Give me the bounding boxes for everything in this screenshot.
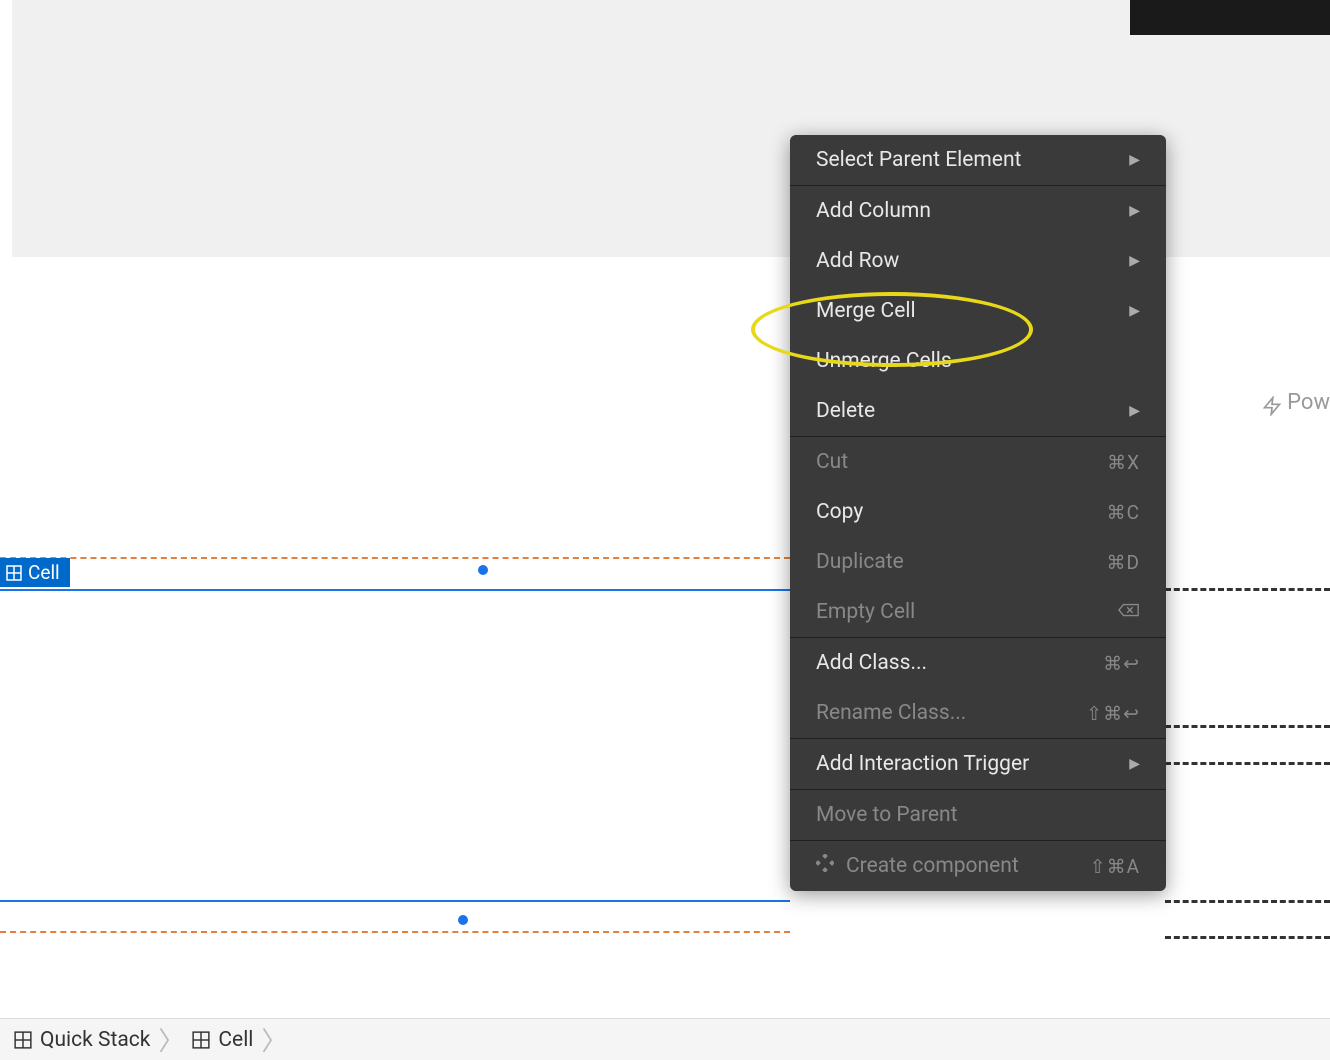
selection-handle-top[interactable] <box>478 565 488 575</box>
breadcrumb-quick-stack[interactable]: Quick Stack <box>0 1019 164 1060</box>
submenu-arrow-icon: ▶ <box>1129 203 1140 219</box>
menu-move-to-parent: Move to Parent <box>790 790 1166 840</box>
menu-create-component: Create component ⇧⌘A <box>790 841 1166 891</box>
menu-label: Add Class... <box>816 651 927 675</box>
context-menu: Select Parent Element ▶ Add Column ▶ Add… <box>790 135 1166 891</box>
component-icon <box>816 854 834 878</box>
shortcut-label: ⇧⌘↩ <box>1086 702 1140 725</box>
menu-add-class[interactable]: Add Class... ⌘↩ <box>790 638 1166 688</box>
menu-label: Unmerge Cells <box>816 349 952 373</box>
menu-cut: Cut ⌘X <box>790 437 1166 487</box>
selection-border-bottom <box>0 900 790 902</box>
menu-label: Empty Cell <box>816 600 915 624</box>
selection-handle-bottom[interactable] <box>458 915 468 925</box>
submenu-arrow-icon: ▶ <box>1129 756 1140 772</box>
guide-line-orange-top <box>0 557 790 559</box>
shortcut-label: ⌘X <box>1107 451 1140 474</box>
selection-border-top <box>0 589 790 591</box>
menu-label: Move to Parent <box>816 803 957 827</box>
menu-empty-cell: Empty Cell <box>790 587 1166 637</box>
grid-icon <box>14 1031 32 1049</box>
submenu-arrow-icon: ▶ <box>1129 403 1140 419</box>
selected-element-badge[interactable]: Cell <box>0 558 70 587</box>
menu-merge-cell[interactable]: Merge Cell ▶ <box>790 286 1166 336</box>
menu-add-row[interactable]: Add Row ▶ <box>790 236 1166 286</box>
menu-duplicate: Duplicate ⌘D <box>790 537 1166 587</box>
menu-delete[interactable]: Delete ▶ <box>790 386 1166 436</box>
guide-ext-2 <box>1165 725 1330 728</box>
menu-add-interaction-trigger[interactable]: Add Interaction Trigger ▶ <box>790 739 1166 789</box>
menu-label: Cut <box>816 450 848 474</box>
menu-label: Duplicate <box>816 550 904 574</box>
submenu-arrow-icon: ▶ <box>1129 303 1140 319</box>
lightning-icon <box>1262 396 1282 416</box>
menu-add-column[interactable]: Add Column ▶ <box>790 186 1166 236</box>
menu-select-parent[interactable]: Select Parent Element ▶ <box>790 135 1166 185</box>
menu-rename-class: Rename Class... ⇧⌘↩ <box>790 688 1166 738</box>
breadcrumb-label: Cell <box>218 1028 253 1052</box>
selected-element-label: Cell <box>28 561 60 584</box>
menu-unmerge-cells[interactable]: Unmerge Cells <box>790 336 1166 386</box>
power-label: Pow <box>1287 390 1330 415</box>
shortcut-label: ⌘D <box>1107 551 1140 574</box>
menu-label: Add Row <box>816 249 899 273</box>
shortcut-label: ⌘C <box>1107 501 1140 524</box>
guide-ext-4 <box>1165 900 1330 903</box>
breadcrumb-label: Quick Stack <box>40 1028 150 1052</box>
shortcut-label: ⌘↩ <box>1103 652 1140 675</box>
menu-label: Copy <box>816 500 863 524</box>
guide-ext-3 <box>1165 762 1330 765</box>
breadcrumb: Quick Stack 〉 Cell 〉 <box>0 1018 1330 1060</box>
shortcut-label: ⇧⌘A <box>1090 855 1140 878</box>
menu-copy[interactable]: Copy ⌘C <box>790 487 1166 537</box>
menu-label: Rename Class... <box>816 701 966 725</box>
toolbar-corner <box>1130 0 1330 35</box>
guide-ext-1 <box>1165 588 1330 591</box>
breadcrumb-cell[interactable]: Cell <box>178 1019 267 1060</box>
submenu-arrow-icon: ▶ <box>1129 253 1140 269</box>
submenu-arrow-icon: ▶ <box>1129 152 1140 168</box>
menu-label: Merge Cell <box>816 299 916 323</box>
guide-ext-5 <box>1165 936 1330 939</box>
grid-icon <box>192 1031 210 1049</box>
menu-label: Select Parent Element <box>816 148 1021 172</box>
menu-label: Create component <box>846 854 1019 878</box>
cell-icon <box>6 565 22 581</box>
guide-line-orange-bottom <box>0 931 790 933</box>
menu-label: Add Interaction Trigger <box>816 752 1029 776</box>
menu-label: Delete <box>816 399 875 423</box>
backspace-icon <box>1118 600 1140 624</box>
menu-label: Add Column <box>816 199 931 223</box>
